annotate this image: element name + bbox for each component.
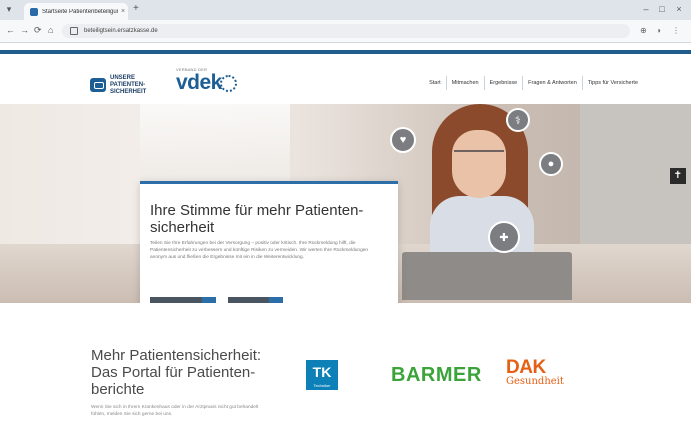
vdek-logo[interactable]: VERBAND DER vdek (176, 67, 237, 94)
zoom-icon[interactable]: ⊕ (640, 26, 647, 36)
speech-bubble-icon (90, 78, 106, 92)
address-bar-row: ← → ⟳ ⌂ beteiligtsein.ersatzkasse.de ⊕ ◑… (0, 20, 691, 43)
nav-item-start[interactable]: Start (424, 76, 446, 90)
window-menu-icon[interactable]: ▾ (4, 4, 14, 14)
new-tab-button[interactable]: + (133, 4, 139, 14)
main-navigation: Start Mitmachen Ergebnisse Fragen & Antw… (424, 76, 643, 90)
pill-icon: ● (539, 152, 563, 176)
extension-icon[interactable]: ◑ (656, 26, 661, 36)
vdek-wordmark: vdek (176, 71, 222, 94)
hero-description: Teilen Sie Ihre Erfahrungen bei der Vers… (150, 241, 369, 260)
minimize-button[interactable]: – (641, 4, 651, 14)
heart-icon: ♥ (390, 127, 416, 153)
back-button[interactable]: ← (6, 25, 15, 36)
stethoscope-icon: ⚕ (506, 108, 530, 132)
hero-title: Ihre Stimme für mehr Patienten­sicherhei… (150, 202, 364, 236)
patientensicherheit-logo[interactable]: UNSERE PATIENTEN- SICHERHEIT (90, 72, 152, 98)
shield-icon: ✚ (488, 221, 520, 253)
logo-line-1: UNSERE (110, 74, 136, 81)
url-text: beteiligtsein.ersatzkasse.de (84, 28, 158, 34)
reload-button[interactable]: ⟳ (34, 25, 42, 36)
barmer-logo[interactable]: BARMER (391, 364, 482, 387)
browser-tab[interactable]: Startseite Patientenbeteiligung × (24, 3, 128, 20)
tk-wordmark: TK (312, 364, 332, 380)
nav-item-tipps[interactable]: Tipps für Versicherte (581, 76, 643, 90)
tab-title: Startseite Patientenbeteiligung (42, 8, 118, 15)
dak-logo[interactable]: DAK Gesundheit (506, 358, 566, 392)
close-window-button[interactable]: × (674, 4, 684, 14)
home-button[interactable]: ⌂ (48, 25, 53, 36)
laptop-image (402, 252, 572, 300)
nav-item-ergebnisse[interactable]: Ergebnisse (483, 76, 523, 90)
nav-item-mitmachen[interactable]: Mitmachen (445, 76, 484, 90)
accessibility-icon[interactable]: ✝ (670, 168, 686, 184)
menu-icon[interactable]: ⋮ (672, 26, 680, 36)
browser-window: ▾ Startseite Patientenbeteiligung × + – … (0, 0, 691, 429)
forward-button[interactable]: → (20, 25, 29, 36)
dak-subtitle: Gesundheit (506, 376, 564, 387)
lock-icon (70, 27, 78, 35)
maximize-button[interactable]: □ (657, 4, 667, 14)
logo-line-3: SICHERHEIT (110, 88, 147, 95)
vdek-ring-icon (220, 75, 237, 92)
dak-wordmark: DAK (506, 357, 546, 378)
tk-logo[interactable]: TK Techniker (306, 360, 338, 390)
section-text: Wenn Sie sich in Ihrem Krankenhaus oder … (91, 405, 259, 417)
section-title: Mehr Patientensicherheit: Das Portal für… (91, 347, 262, 398)
tab-close-icon[interactable]: × (118, 8, 128, 15)
tab-bar: ▾ Startseite Patientenbeteiligung × + – … (0, 0, 691, 20)
url-field[interactable]: beteiligtsein.ersatzkasse.de (62, 24, 630, 38)
logo-line-2: PATIENTEN- (110, 81, 146, 88)
tk-subtitle: Techniker (313, 383, 331, 388)
favicon-icon (30, 7, 38, 16)
nav-item-fragen[interactable]: Fragen & Antworten (522, 76, 582, 90)
